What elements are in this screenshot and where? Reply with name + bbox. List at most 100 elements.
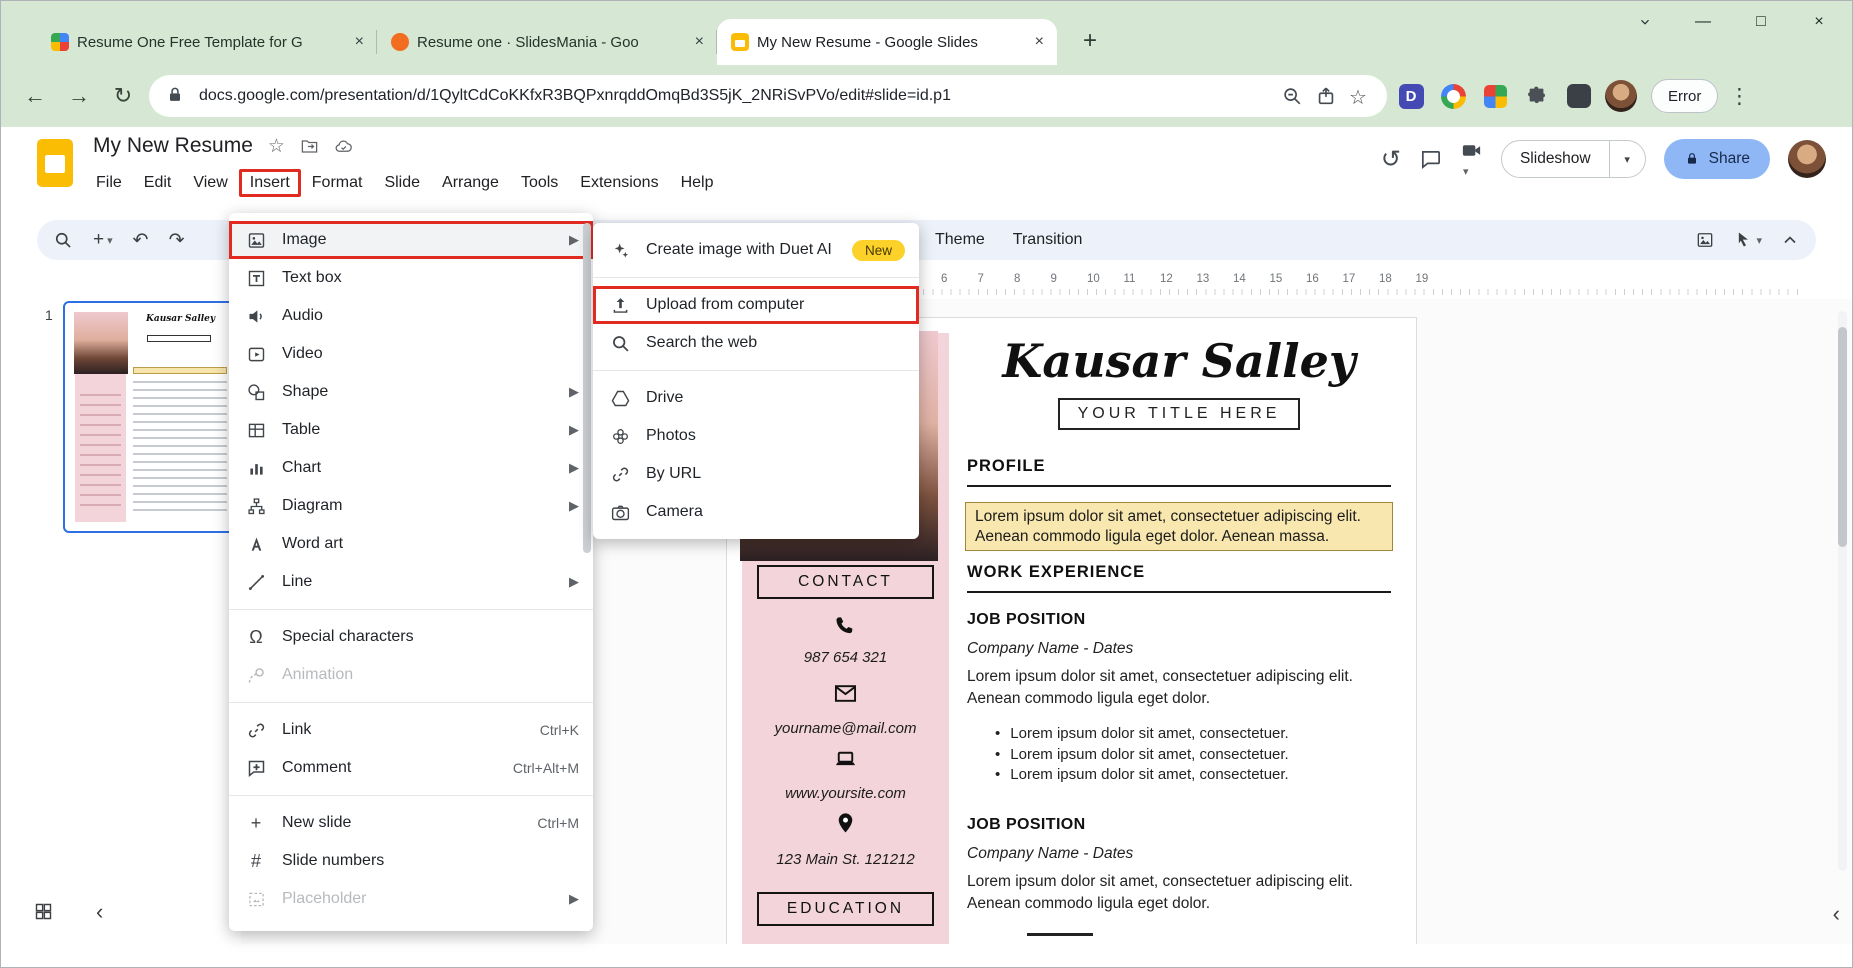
browser-tab-2[interactable]: Resume one · SlidesMania - Goo × (377, 19, 717, 65)
submenu-item-camera[interactable]: Camera (593, 493, 919, 531)
extension-google-icon[interactable] (1435, 78, 1471, 114)
menu-file[interactable]: File (85, 169, 133, 197)
error-badge[interactable]: Error (1651, 79, 1718, 113)
extension-dark-icon[interactable] (1561, 78, 1597, 114)
collapse-panel-icon[interactable]: ‹ (1833, 901, 1840, 927)
insert-menu-item-textbox[interactable]: Text box (229, 259, 593, 297)
submenu-item-drive[interactable]: Drive (593, 379, 919, 417)
toolbar-image-icon[interactable] (1695, 230, 1715, 250)
contact-heading[interactable]: CONTACT (757, 565, 934, 599)
hide-filmstrip-icon[interactable]: ‹ (96, 901, 103, 922)
collapse-toolbar-icon[interactable] (1780, 230, 1800, 250)
insert-menu-item-comment[interactable]: Comment Ctrl+Alt+M (229, 749, 593, 787)
browser-tab-active[interactable]: My New Resume - Google Slides × (717, 19, 1057, 65)
slideshow-dropdown-icon[interactable]: ▾ (1609, 141, 1645, 177)
insert-menu-item-special-characters[interactable]: Ω Special characters (229, 618, 593, 656)
submenu-item-by-url[interactable]: By URL (593, 455, 919, 493)
toolbar-search-icon[interactable] (53, 230, 73, 250)
extension-pinwheel-icon[interactable] (1477, 78, 1513, 114)
job1-title[interactable]: JOB POSITION (967, 611, 1086, 629)
bookmark-star-icon[interactable]: ☆ (1349, 85, 1371, 107)
url-text[interactable]: docs.google.com/presentation/d/1QyltCdCo… (199, 87, 1269, 105)
insert-menu-item-video[interactable]: Video (229, 335, 593, 373)
new-tab-button[interactable]: + (1075, 27, 1105, 55)
contact-phone[interactable]: 987 654 321 (742, 649, 949, 666)
job1-text[interactable]: Lorem ipsum dolor sit amet, consectetuer… (967, 666, 1391, 709)
browser-profile-avatar[interactable] (1603, 78, 1639, 114)
extension-d-icon[interactable]: D (1393, 78, 1429, 114)
tab3-close-icon[interactable]: × (1030, 33, 1049, 51)
minimize-button[interactable]: — (1674, 3, 1732, 41)
job2-meta[interactable]: Company Name - Dates (967, 845, 1133, 863)
insert-menu-item-chart[interactable]: Chart ▶ (229, 449, 593, 487)
insert-menu-item-link[interactable]: Link Ctrl+K (229, 711, 593, 749)
meet-camera-icon[interactable]: ▾ (1460, 139, 1483, 180)
profile-heading[interactable]: PROFILE (967, 457, 1391, 487)
browser-tab-1[interactable]: Resume One Free Template for G × (37, 19, 377, 65)
share-page-icon[interactable] (1315, 85, 1337, 107)
submenu-item-search-web[interactable]: Search the web (593, 324, 919, 362)
insert-menu-item-audio[interactable]: Audio (229, 297, 593, 335)
close-button[interactable]: × (1790, 3, 1848, 41)
tab2-close-icon[interactable]: × (690, 33, 709, 51)
share-button[interactable]: Share (1664, 139, 1770, 179)
tab-search-icon[interactable] (1616, 3, 1674, 41)
contact-website[interactable]: www.yoursite.com (742, 785, 949, 802)
forward-icon[interactable]: → (57, 74, 101, 118)
undo-icon[interactable]: ↶ (133, 229, 149, 252)
insert-menu-item-line[interactable]: Line ▶ (229, 563, 593, 601)
insert-menu-item-new-slide[interactable]: + New slide Ctrl+M (229, 804, 593, 842)
canvas-scrollbar[interactable] (1838, 311, 1847, 871)
theme-button[interactable]: Theme (921, 225, 999, 255)
scrollbar-thumb[interactable] (1838, 327, 1847, 547)
insert-menu-item-wordart[interactable]: Word art (229, 525, 593, 563)
site-security-icon[interactable] (165, 85, 187, 107)
slide-title-placeholder[interactable]: YOUR TITLE HERE (1058, 398, 1301, 430)
document-title[interactable]: My New Resume (93, 134, 253, 158)
education-heading[interactable]: EDUCATION (757, 892, 934, 926)
slideshow-button[interactable]: Slideshow ▾ (1501, 140, 1646, 178)
slide-thumbnail[interactable]: Kausar Salley (63, 301, 237, 533)
contact-email[interactable]: yourname@mail.com (742, 720, 949, 737)
redo-icon[interactable]: ↷ (169, 229, 185, 252)
menu-tools[interactable]: Tools (510, 169, 569, 197)
menu-insert[interactable]: Insert (239, 169, 301, 197)
submenu-item-photos[interactable]: Photos (593, 417, 919, 455)
insert-menu-item-table[interactable]: Table ▶ (229, 411, 593, 449)
contact-address[interactable]: 123 Main St. 121212 (742, 851, 949, 868)
url-field[interactable]: docs.google.com/presentation/d/1QyltCdCo… (149, 75, 1387, 117)
reload-icon[interactable]: ↻ (101, 74, 145, 118)
layouts-grid-icon[interactable] (33, 901, 54, 922)
zoom-icon[interactable] (1281, 85, 1303, 107)
menu-slide[interactable]: Slide (373, 169, 431, 197)
menu-view[interactable]: View (182, 169, 238, 197)
transition-button[interactable]: Transition (999, 225, 1097, 255)
tab1-close-icon[interactable]: × (350, 33, 369, 51)
account-avatar[interactable] (1788, 140, 1826, 178)
job1-meta[interactable]: Company Name - Dates (967, 640, 1133, 658)
pointer-mode-button[interactable]: ▾ (1733, 230, 1762, 250)
menu-scrollbar[interactable] (583, 223, 591, 553)
menu-edit[interactable]: Edit (133, 169, 183, 197)
insert-menu-item-slide-numbers[interactable]: # Slide numbers (229, 842, 593, 880)
slide-name-text[interactable]: Kausar Salley (967, 334, 1391, 388)
slideshow-label[interactable]: Slideshow (1502, 141, 1609, 177)
star-document-icon[interactable]: ☆ (268, 135, 285, 158)
submenu-item-duet-ai[interactable]: Create image with Duet AI New (593, 231, 919, 269)
insert-menu-item-shape[interactable]: Shape ▶ (229, 373, 593, 411)
job2-title[interactable]: JOB POSITION (967, 816, 1086, 834)
submenu-item-upload-from-computer[interactable]: Upload from computer (593, 286, 919, 324)
new-slide-button[interactable]: +▾ (93, 229, 113, 251)
menu-help[interactable]: Help (670, 169, 725, 197)
extensions-puzzle-icon[interactable] (1519, 78, 1555, 114)
version-history-icon[interactable]: ↺ (1381, 145, 1401, 174)
job1-bullets[interactable]: Lorem ipsum dolor sit amet, consectetuer… (995, 724, 1391, 786)
slides-logo[interactable] (37, 139, 73, 187)
back-icon[interactable]: ← (13, 74, 57, 118)
menu-format[interactable]: Format (301, 169, 374, 197)
job2-text[interactable]: Lorem ipsum dolor sit amet, consectetuer… (967, 871, 1391, 914)
insert-menu-item-image[interactable]: Image ▶ (229, 221, 593, 259)
menu-extensions[interactable]: Extensions (569, 169, 669, 197)
maximize-button[interactable]: □ (1732, 3, 1790, 41)
comments-icon[interactable] (1419, 148, 1442, 171)
